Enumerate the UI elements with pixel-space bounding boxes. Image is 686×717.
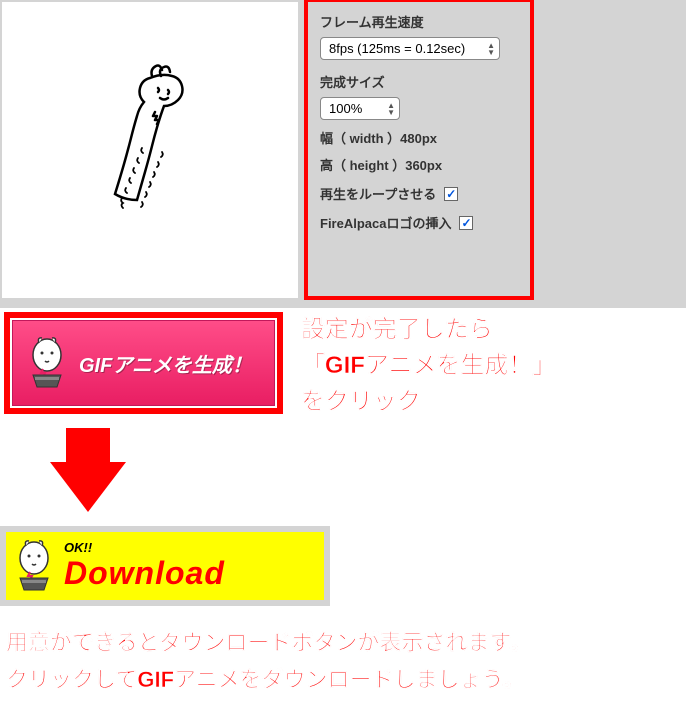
loop-checkbox[interactable]: ✓ — [444, 187, 458, 201]
fps-value: 8fps (125ms = 0.12sec) — [329, 41, 465, 56]
size-select[interactable]: 100% ▲▼ — [320, 97, 400, 120]
generate-instruction: 設定が完了したら 「GIFアニメを生成！」 をクリック — [301, 312, 557, 420]
generate-button-label: GIFアニメを生成！ — [79, 349, 252, 378]
width-text: 幅（ width ）480px — [320, 128, 518, 147]
download-label: Download — [64, 555, 225, 592]
alpaca-icon — [25, 335, 69, 391]
size-value: 100% — [329, 101, 362, 116]
preview-box — [2, 2, 298, 298]
chevron-updown-icon: ▲▼ — [487, 42, 495, 56]
download-button[interactable]: OK!! Download — [6, 532, 324, 600]
loop-label: 再生をループさせる — [320, 184, 436, 203]
size-label: 完成サイズ — [320, 72, 518, 91]
height-text: 高（ height ）360px — [320, 155, 518, 174]
fps-label: フレーム再生速度 — [320, 12, 518, 31]
logo-label: FireAlpacaロゴの挿入 — [320, 213, 451, 232]
generate-button-highlight: GIFアニメを生成！ — [4, 312, 283, 414]
down-arrow-icon — [38, 428, 138, 518]
alpaca-icon — [12, 538, 56, 594]
generate-button[interactable]: GIFアニメを生成！ — [12, 320, 275, 406]
settings-panel: フレーム再生速度 8fps (125ms = 0.12sec) ▲▼ 完成サイズ… — [304, 0, 534, 300]
download-instruction: 用意ができるとダウンロードボタンが表示されます。 クリックしてGIFアニメをダウ… — [0, 606, 686, 717]
top-panel: フレーム再生速度 8fps (125ms = 0.12sec) ▲▼ 完成サイズ… — [0, 0, 686, 308]
alpaca-preview-image — [90, 60, 210, 240]
download-panel: OK!! Download — [0, 526, 330, 606]
chevron-updown-icon: ▲▼ — [387, 102, 395, 116]
logo-checkbox[interactable]: ✓ — [459, 216, 473, 230]
ok-label: OK!! — [64, 540, 225, 555]
fps-select[interactable]: 8fps (125ms = 0.12sec) ▲▼ — [320, 37, 500, 60]
